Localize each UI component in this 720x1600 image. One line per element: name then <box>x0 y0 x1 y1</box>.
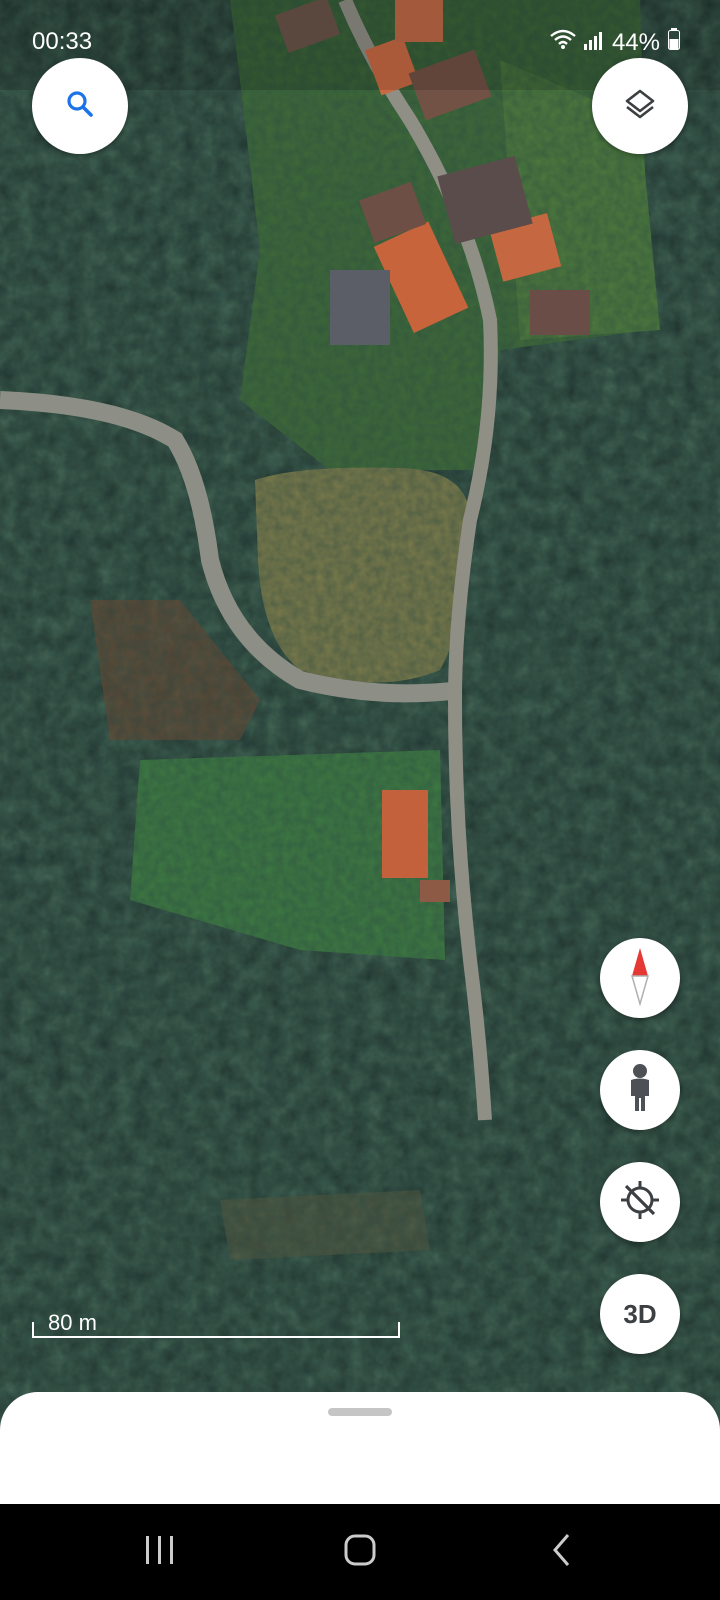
outbuilding <box>420 880 450 902</box>
scale-bar: 80 m <box>32 1310 400 1338</box>
pegman-icon <box>625 1063 655 1118</box>
3d-label: 3D <box>623 1298 657 1329</box>
house-roof <box>530 290 590 335</box>
my-location-button[interactable] <box>600 1162 680 1242</box>
sheet-drag-handle[interactable] <box>328 1408 392 1416</box>
compass-button[interactable] <box>600 938 680 1018</box>
layers-button[interactable] <box>592 58 688 154</box>
house-roof <box>330 270 390 345</box>
bottom-sheet[interactable] <box>0 1392 720 1504</box>
battery-percent: 44% <box>611 28 660 56</box>
battery-icon <box>668 28 680 57</box>
home-button[interactable] <box>330 1532 390 1572</box>
recents-button[interactable] <box>130 1532 190 1572</box>
street-view-button[interactable] <box>600 1050 680 1130</box>
home-icon <box>343 1533 377 1572</box>
house-roof <box>382 790 428 878</box>
layers-icon <box>623 87 657 126</box>
scale-line <box>32 1322 400 1338</box>
status-icons: 44% <box>550 28 680 57</box>
search-button[interactable] <box>32 58 128 154</box>
wifi-icon <box>550 28 576 57</box>
location-disabled-icon <box>618 1178 662 1227</box>
status-time: 00:33 <box>32 28 93 55</box>
signal-icon <box>583 29 604 57</box>
back-icon <box>550 1533 574 1572</box>
compass-icon <box>625 946 655 1011</box>
satellite-map[interactable] <box>0 0 720 1600</box>
recents-icon <box>143 1535 177 1570</box>
back-button[interactable] <box>532 1532 592 1572</box>
navigation-bar <box>0 1504 720 1600</box>
search-icon <box>65 89 95 124</box>
3d-button[interactable]: 3D <box>600 1274 680 1354</box>
